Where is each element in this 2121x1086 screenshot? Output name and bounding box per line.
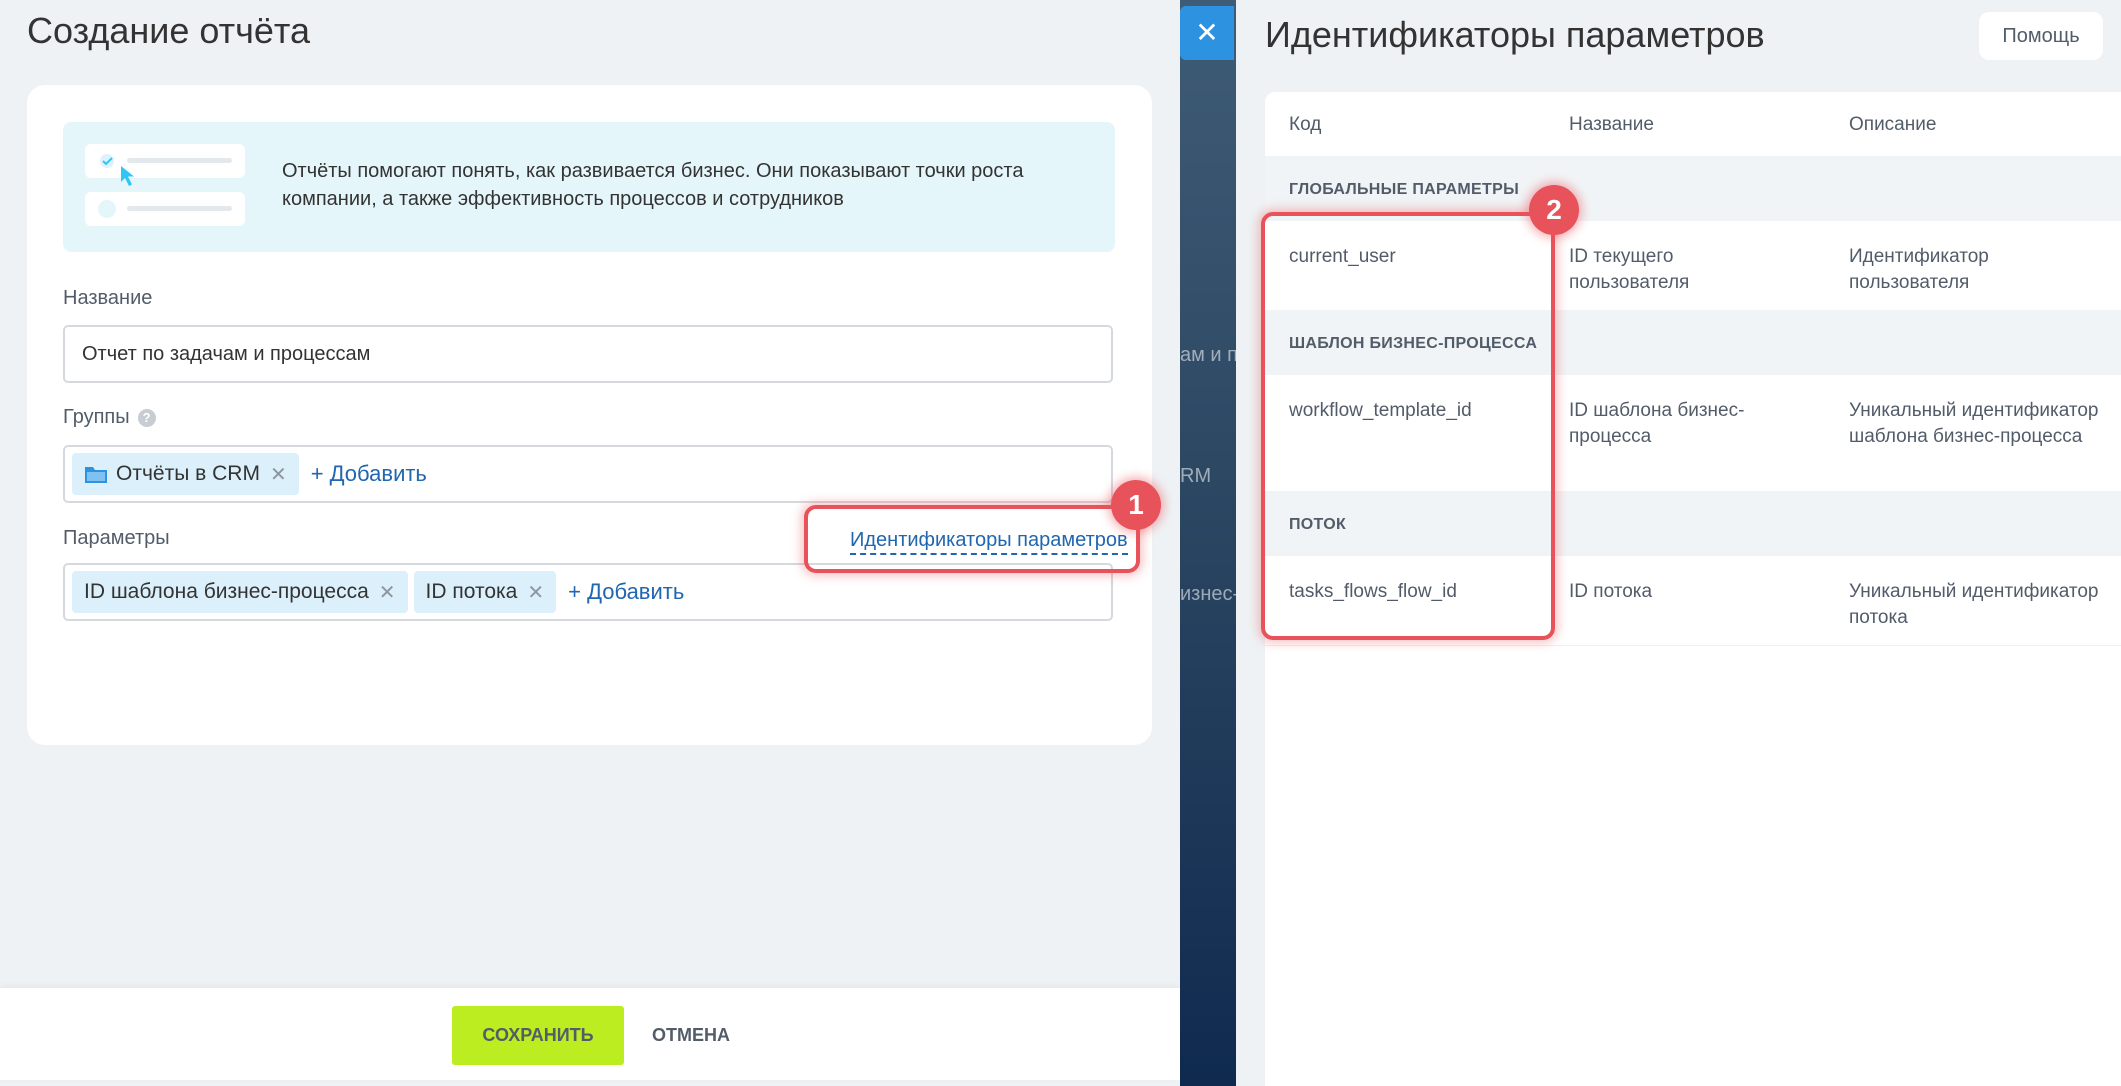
banner-text: Отчёты помогают понять, как развивается … (282, 160, 1024, 210)
param-tag-label: ID потока (425, 580, 518, 603)
callout-frame (804, 505, 1140, 573)
group-tag-label: Отчёты в CRM (116, 462, 260, 485)
save-button[interactable]: СОХРАНИТЬ (452, 1006, 624, 1065)
page-title: Создание отчёта (27, 10, 310, 51)
close-icon[interactable]: ✕ (1180, 6, 1234, 60)
tag-remove-icon[interactable]: ✕ (527, 580, 544, 605)
column-header-name: Название (1569, 114, 1654, 135)
folder-icon (85, 467, 107, 483)
callout-badge: 1 (1111, 480, 1161, 530)
column-header-code: Код (1289, 114, 1322, 135)
create-report-panel: Создание отчёта Отчёты помогают понять, … (0, 0, 1180, 1086)
param-name: ID потока (1569, 581, 1653, 602)
cancel-button[interactable]: ОТМЕНА (640, 1006, 742, 1065)
groups-label: Группы? (63, 406, 156, 429)
param-ids-slider: Идентификаторы параметров Помощь Код Наз… (1236, 0, 2121, 1086)
callout-frame (1261, 212, 1555, 640)
info-banner: Отчёты помогают понять, как развивается … (63, 122, 1115, 252)
group-tag[interactable]: Отчёты в CRM ✕ (72, 453, 299, 495)
groups-add-link[interactable]: + Добавить (311, 461, 427, 487)
background-text-fragment: RM (1180, 465, 1212, 487)
background-overlay: ам и п RM изнес- (1180, 0, 1236, 1086)
params-label: Параметры (63, 527, 170, 549)
section-title: ГЛОБАЛЬНЫЕ ПАРАМЕТРЫ (1289, 181, 1520, 198)
param-tag-label: ID шаблона бизнес-процесса (84, 580, 369, 603)
name-input-value: Отчет по задачам и процессам (82, 343, 371, 365)
report-illustration-icon (85, 144, 245, 226)
column-header-description: Описание (1849, 114, 1937, 135)
name-input[interactable]: Отчет по задачам и процессам (63, 325, 1113, 383)
tag-remove-icon[interactable]: ✕ (379, 580, 396, 605)
param-name: ID текущего пользователя (1569, 246, 1690, 293)
params-add-link[interactable]: + Добавить (568, 579, 684, 605)
background-text-fragment: изнес- (1180, 583, 1236, 605)
report-form-card: Отчёты помогают понять, как развивается … (27, 85, 1152, 745)
name-label: Название (63, 287, 153, 309)
param-description: Уникальный идентификатор потока (1849, 581, 2099, 628)
help-icon[interactable]: ? (137, 409, 156, 427)
footer-bar: СОХРАНИТЬ ОТМЕНА (0, 988, 1180, 1080)
param-description: Идентификатор пользователя (1849, 246, 1989, 293)
param-tag[interactable]: ID потока ✕ (413, 571, 557, 613)
help-button[interactable]: Помощь (1979, 12, 2103, 60)
groups-label-text: Группы (63, 406, 130, 428)
callout-badge: 2 (1529, 185, 1579, 235)
param-description: Уникальный идентификатор шаблона бизнес-… (1849, 400, 2099, 447)
background-text-fragment: ам и п (1180, 344, 1236, 366)
tag-remove-icon[interactable]: ✕ (270, 462, 287, 487)
param-tag[interactable]: ID шаблона бизнес-процесса ✕ (72, 571, 408, 613)
param-name: ID шаблона бизнес-процесса (1569, 400, 1745, 447)
slider-title: Идентификаторы параметров (1265, 14, 1765, 55)
groups-field[interactable]: Отчёты в CRM ✕ + Добавить (63, 445, 1113, 503)
